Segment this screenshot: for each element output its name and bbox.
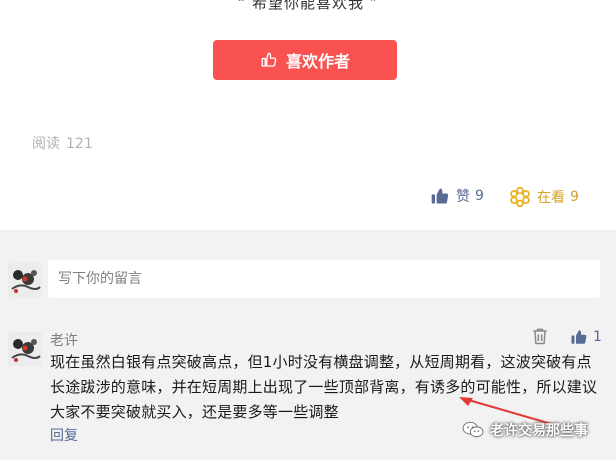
thumbs-up-outline-icon xyxy=(261,52,277,67)
reply-link[interactable]: 回复 xyxy=(50,425,78,445)
read-label: 阅读 xyxy=(32,136,60,152)
comments-section: 老许 1 现在虽然白银有点突破高点，但1小时没有横盘调整，从短周期看，这波突破有… xyxy=(0,230,616,460)
commenter-avatar[interactable] xyxy=(8,332,42,366)
thumbs-up-icon xyxy=(571,330,587,344)
like-author-button[interactable]: 喜欢作者 xyxy=(213,40,397,80)
like-author-label: 喜欢作者 xyxy=(285,52,350,71)
comment-like-count: 1 xyxy=(593,329,602,345)
wechat-icon xyxy=(462,421,484,438)
wechat-watermark: 老许交易那些事 xyxy=(462,420,588,440)
delete-comment-button[interactable] xyxy=(530,326,550,350)
flower-icon xyxy=(510,186,530,208)
trash-icon xyxy=(533,328,547,345)
kan-label: 在看 xyxy=(537,190,565,206)
kan-button[interactable]: 在看 9 xyxy=(509,186,579,208)
zan-button[interactable]: 赞9 xyxy=(430,186,484,206)
zan-label: 赞 xyxy=(456,189,470,205)
watermark-text: 老许交易那些事 xyxy=(490,423,588,439)
zan-count: 9 xyxy=(475,188,484,204)
thumbs-up-icon xyxy=(431,188,449,204)
article-footer: “ 希望你能喜欢我 ” 喜欢作者 阅读 121 赞9 在看 9 xyxy=(0,0,616,230)
commenter-nickname: 老许 xyxy=(50,333,78,349)
kan-count: 9 xyxy=(570,189,579,205)
read-number: 121 xyxy=(66,136,93,152)
article-closing-quote: “ 希望你能喜欢我 ” xyxy=(237,0,379,12)
comment-like-button[interactable]: 1 xyxy=(570,328,602,346)
comment-input-box[interactable] xyxy=(48,260,600,298)
avatar-image xyxy=(8,332,42,366)
comment-input[interactable] xyxy=(48,260,588,298)
avatar-image xyxy=(8,263,42,297)
read-count: 阅读 121 xyxy=(32,133,93,153)
my-avatar xyxy=(8,263,42,297)
